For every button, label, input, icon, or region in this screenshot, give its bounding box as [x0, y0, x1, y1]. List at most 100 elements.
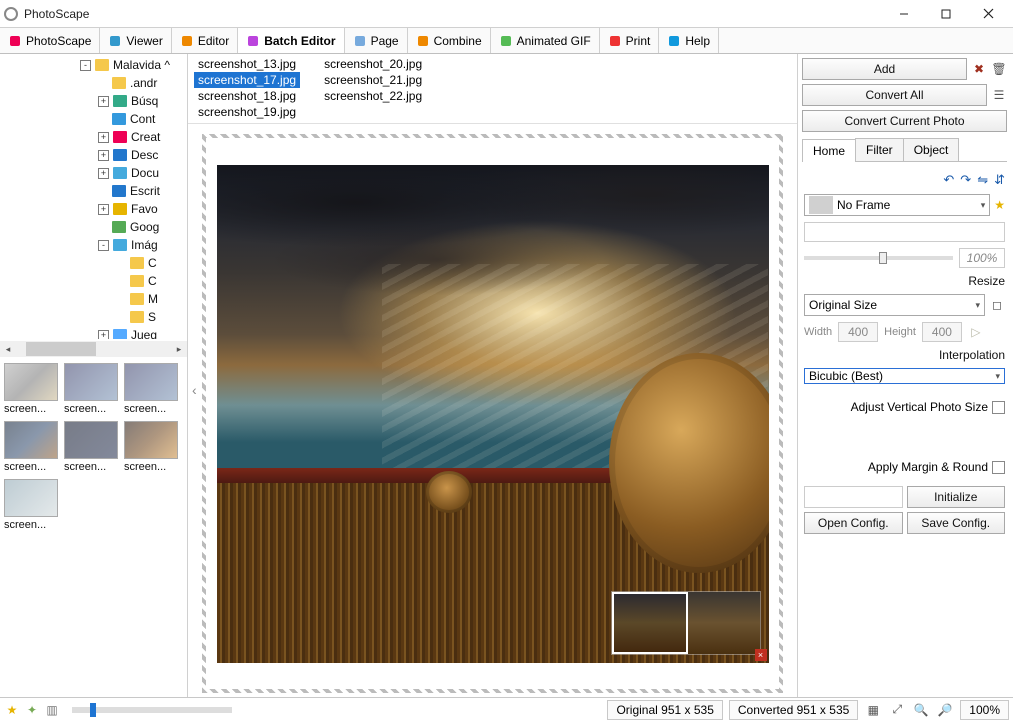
- file-item[interactable]: screenshot_17.jpg: [194, 72, 300, 88]
- file-item[interactable]: screenshot_20.jpg: [320, 56, 426, 72]
- tree-item[interactable]: +Creat: [0, 128, 187, 146]
- add-button[interactable]: Add: [802, 58, 967, 80]
- scroll-left-icon[interactable]: ◂: [0, 342, 16, 356]
- tree-item[interactable]: C: [0, 254, 187, 272]
- tree-item[interactable]: .andr: [0, 74, 187, 92]
- chevron-down-icon: ▾: [975, 300, 980, 311]
- frame-label: No Frame: [837, 198, 890, 212]
- expand-icon[interactable]: +: [98, 132, 109, 143]
- tree-hscrollbar[interactable]: ◂ ▸: [0, 341, 187, 357]
- tree-item[interactable]: +Docu: [0, 164, 187, 182]
- tree-item[interactable]: S: [0, 308, 187, 326]
- apply-margin-checkbox[interactable]: [992, 461, 1005, 474]
- expand-icon[interactable]: +: [98, 96, 109, 107]
- tab-combine[interactable]: Combine: [408, 28, 491, 53]
- collapse-left-icon[interactable]: ‹: [192, 382, 197, 398]
- file-item[interactable]: screenshot_18.jpg: [194, 88, 300, 104]
- flip-v-icon[interactable]: ⇵: [994, 172, 1005, 188]
- trash-icon[interactable]: 🗑: [991, 61, 1007, 77]
- tab-viewer[interactable]: Viewer: [100, 28, 171, 53]
- undo-icon[interactable]: ↶: [943, 172, 954, 188]
- frame-opacity-slider[interactable]: [804, 256, 953, 260]
- flip-h-icon[interactable]: ⇋: [977, 172, 988, 188]
- remove-icon[interactable]: ✖: [971, 61, 987, 77]
- thumb-image: [64, 363, 118, 401]
- minimize-button[interactable]: [883, 1, 925, 27]
- adjust-vertical-checkbox[interactable]: [992, 401, 1005, 414]
- tree-item[interactable]: Cont: [0, 110, 187, 128]
- scroll-thumb[interactable]: [26, 342, 96, 356]
- thumbnail[interactable]: screen...: [64, 421, 118, 473]
- tree-item[interactable]: +Jueg: [0, 326, 187, 339]
- open-config-button[interactable]: Open Config.: [804, 512, 903, 534]
- tab-batch-editor[interactable]: Batch Editor: [238, 28, 344, 53]
- tab-help[interactable]: Help: [659, 28, 719, 53]
- stack-icon[interactable]: ▥: [44, 702, 60, 718]
- tab-page[interactable]: Page: [345, 28, 408, 53]
- frame-select[interactable]: No Frame ▾: [804, 194, 990, 216]
- tab-animated-gif[interactable]: Animated GIF: [491, 28, 600, 53]
- file-item[interactable]: screenshot_21.jpg: [320, 72, 426, 88]
- expand-icon[interactable]: -: [98, 240, 109, 251]
- thumbnail[interactable]: screen...: [4, 479, 58, 531]
- redo-icon[interactable]: ↷: [960, 172, 971, 188]
- before-after-thumb[interactable]: [611, 591, 761, 655]
- convert-current-button[interactable]: Convert Current Photo: [802, 110, 1007, 132]
- tab-print[interactable]: Print: [600, 28, 660, 53]
- interpolation-select[interactable]: Bicubic (Best) ▾: [804, 368, 1005, 384]
- zoom-in-icon[interactable]: 🔎: [936, 701, 954, 719]
- height-input[interactable]: 400: [922, 322, 962, 342]
- file-item[interactable]: screenshot_22.jpg: [320, 88, 426, 104]
- puzzle-icon[interactable]: ✦: [24, 702, 40, 718]
- tree-item[interactable]: +Búsq: [0, 92, 187, 110]
- expand-icon[interactable]: +: [98, 168, 109, 179]
- expand-icon[interactable]: +: [98, 204, 109, 215]
- expand-icon[interactable]: +: [98, 330, 109, 340]
- prop-tab-home[interactable]: Home: [802, 139, 856, 162]
- prop-tab-object[interactable]: Object: [903, 138, 960, 161]
- grid-icon[interactable]: ▦: [864, 701, 882, 719]
- close-button[interactable]: [967, 1, 1009, 27]
- thumbnail[interactable]: screen...: [4, 363, 58, 415]
- resize-mode-select[interactable]: Original Size ▾: [804, 294, 985, 316]
- tree-item[interactable]: C: [0, 272, 187, 290]
- tree-item[interactable]: +Desc: [0, 146, 187, 164]
- scroll-right-icon[interactable]: ▸: [171, 342, 187, 356]
- zoom-out-icon[interactable]: 🔍: [912, 701, 930, 719]
- expand-icon[interactable]: +: [98, 150, 109, 161]
- tree-item[interactable]: -Malavida ^: [0, 56, 187, 74]
- tab-photoscape[interactable]: PhotoScape: [0, 28, 100, 53]
- tree-item[interactable]: Escrit: [0, 182, 187, 200]
- convert-all-button[interactable]: Convert All: [802, 84, 987, 106]
- favorite-icon[interactable]: ★: [994, 198, 1005, 212]
- file-item[interactable]: screenshot_19.jpg: [194, 104, 300, 120]
- aspect-lock-icon[interactable]: ◻: [989, 297, 1005, 313]
- width-input[interactable]: 400: [838, 322, 878, 342]
- folder-tree[interactable]: -Malavida ^.andr+BúsqCont+Creat+Desc+Doc…: [0, 54, 187, 339]
- prop-tab-filter[interactable]: Filter: [855, 138, 904, 161]
- save-config-button[interactable]: Save Config.: [907, 512, 1006, 534]
- maximize-button[interactable]: [925, 1, 967, 27]
- tree-item[interactable]: Goog: [0, 218, 187, 236]
- tab-icon: [353, 34, 367, 48]
- file-list[interactable]: screenshot_13.jpgscreenshot_17.jpgscreen…: [188, 54, 797, 124]
- file-item[interactable]: screenshot_13.jpg: [194, 56, 300, 72]
- fit-icon[interactable]: ⤢: [888, 701, 906, 719]
- close-preview-icon[interactable]: ×: [755, 649, 767, 661]
- thumbnail[interactable]: screen...: [124, 421, 178, 473]
- tree-item[interactable]: -Imág: [0, 236, 187, 254]
- expand-icon[interactable]: -: [80, 60, 91, 71]
- tree-item[interactable]: +Favo: [0, 200, 187, 218]
- thumbnail[interactable]: screen...: [64, 363, 118, 415]
- thumb-size-slider[interactable]: [72, 707, 232, 713]
- tree-item[interactable]: M: [0, 290, 187, 308]
- config-name-input[interactable]: [804, 486, 903, 508]
- apply-size-icon[interactable]: ▷: [968, 324, 984, 340]
- list-icon[interactable]: ☰: [991, 87, 1007, 103]
- star-icon[interactable]: ★: [4, 702, 20, 718]
- initialize-button[interactable]: Initialize: [907, 486, 1006, 508]
- thumbnail[interactable]: screen...: [124, 363, 178, 415]
- thumbnail[interactable]: screen...: [4, 421, 58, 473]
- preview-image[interactable]: ×: [217, 165, 769, 663]
- tab-editor[interactable]: Editor: [172, 28, 238, 53]
